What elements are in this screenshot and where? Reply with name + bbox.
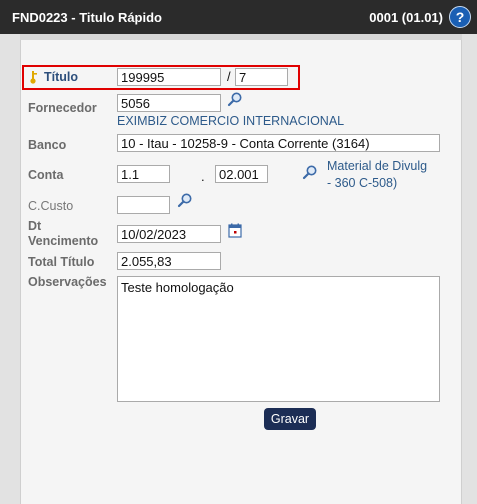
window-titlebar: FND0223 - Titulo Rápido 0001 (01.01) ? — [0, 0, 477, 34]
window-code: 0001 (01.01) — [369, 10, 443, 25]
conta-description-line1: Material de Divulg — [327, 159, 428, 173]
conta-description-line2: - 360 C-508) — [327, 176, 398, 190]
total-label: Total Título — [28, 255, 95, 269]
key-icon — [30, 71, 37, 84]
parcela-input[interactable] — [235, 68, 288, 86]
fornecedor-input[interactable] — [117, 94, 221, 112]
conta-search-icon[interactable] — [302, 164, 318, 180]
banco-select[interactable] — [117, 134, 440, 152]
ccusto-search-icon[interactable] — [177, 192, 193, 208]
fornecedor-label: Fornecedor — [28, 101, 97, 115]
help-icon[interactable]: ? — [449, 6, 471, 28]
fornecedor-search-icon[interactable] — [227, 91, 243, 107]
save-button[interactable]: Gravar — [264, 408, 316, 430]
ccusto-label: C.Custo — [28, 199, 74, 213]
observacoes-textarea[interactable]: Teste homologação — [117, 276, 440, 402]
observacoes-label: Observações — [28, 275, 107, 289]
titulo-label: Título — [44, 70, 79, 84]
conta-input-1[interactable] — [117, 165, 170, 183]
vencimento-label-line2: Vencimento — [28, 234, 99, 248]
total-input[interactable] — [117, 252, 221, 270]
vencimento-label-line1: Dt — [28, 219, 42, 233]
calendar-icon[interactable] — [228, 223, 242, 238]
conta-separator: . — [201, 169, 205, 184]
conta-input-2[interactable] — [215, 165, 268, 183]
vencimento-input[interactable] — [117, 225, 221, 243]
window-title: FND0223 - Titulo Rápido — [12, 10, 162, 25]
titulo-separator: / — [227, 69, 231, 84]
ccusto-input[interactable] — [117, 196, 170, 214]
titulo-input[interactable] — [117, 68, 221, 86]
conta-label: Conta — [28, 168, 64, 182]
banco-label: Banco — [28, 138, 67, 152]
fornecedor-name: EXIMBIZ COMERCIO INTERNACIONAL — [117, 114, 345, 128]
